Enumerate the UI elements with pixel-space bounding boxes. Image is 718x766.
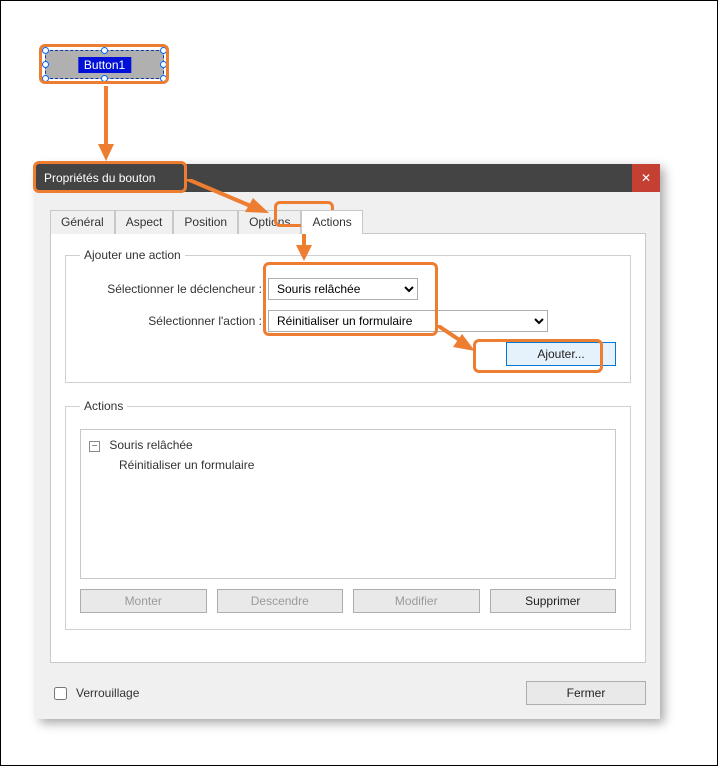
tab-aspect[interactable]: Aspect (115, 210, 174, 234)
titlebar[interactable]: Propriétés du bouton ✕ (36, 164, 660, 192)
tab-bar: Général Aspect Position Options Actions (50, 210, 646, 234)
add-button[interactable]: Ajouter... (506, 342, 616, 366)
group-actions-legend: Actions (80, 399, 127, 413)
lock-checkbox-label[interactable]: Verrouillage (50, 684, 139, 703)
collapse-icon[interactable]: − (89, 441, 100, 452)
resize-handle-bottom-left[interactable] (42, 75, 49, 82)
lock-label-text: Verrouillage (76, 686, 139, 700)
close-icon: ✕ (641, 171, 651, 185)
move-down-button: Descendre (217, 589, 344, 613)
group-add-action: Ajouter une action Sélectionner le décle… (65, 248, 631, 383)
button-properties-dialog: Propriétés du bouton ✕ Général Aspect Po… (36, 164, 660, 719)
tab-actions[interactable]: Actions (301, 210, 362, 234)
edit-button: Modifier (353, 589, 480, 613)
tree-node-root[interactable]: − Souris relâchée (89, 438, 607, 452)
actions-tree[interactable]: − Souris relâchée Réinitialiser un formu… (80, 429, 616, 579)
dialog-title: Propriétés du bouton (44, 171, 155, 185)
tree-node-child[interactable]: Réinitialiser un formulaire (119, 458, 607, 472)
resize-handle-bottom-mid[interactable] (101, 75, 108, 82)
tree-node-root-label: Souris relâchée (109, 438, 192, 452)
resize-handle-top-left[interactable] (42, 47, 49, 54)
resize-handle-mid-left[interactable] (42, 61, 49, 68)
form-button[interactable]: Button1 (45, 50, 164, 79)
group-actions: Actions − Souris relâchée Réinitialiser … (65, 399, 631, 630)
lock-checkbox[interactable] (54, 687, 67, 700)
group-add-action-legend: Ajouter une action (80, 248, 185, 262)
close-button[interactable]: ✕ (632, 164, 660, 192)
resize-handle-top-right[interactable] (160, 47, 167, 54)
resize-handle-bottom-right[interactable] (160, 75, 167, 82)
tab-general[interactable]: Général (50, 210, 115, 234)
dialog-footer: Verrouillage Fermer (36, 675, 660, 719)
form-button-label: Button1 (78, 57, 131, 73)
tree-node-child-label: Réinitialiser un formulaire (119, 458, 254, 472)
action-label: Sélectionner l'action : (80, 314, 268, 328)
annotation-arrow (96, 86, 116, 164)
resize-handle-mid-right[interactable] (160, 61, 167, 68)
trigger-label: Sélectionner le déclencheur : (80, 282, 268, 296)
move-up-button: Monter (80, 589, 207, 613)
delete-button[interactable]: Supprimer (490, 589, 617, 613)
annotation-arrow (437, 325, 481, 355)
resize-handle-top-mid[interactable] (101, 47, 108, 54)
trigger-select[interactable]: Souris relâchée (268, 278, 418, 300)
annotation-arrow (187, 179, 277, 219)
close-dialog-button[interactable]: Fermer (526, 681, 646, 705)
tab-content-actions: Ajouter une action Sélectionner le décle… (50, 233, 646, 663)
action-select[interactable]: Réinitialiser un formulaire (268, 310, 548, 332)
